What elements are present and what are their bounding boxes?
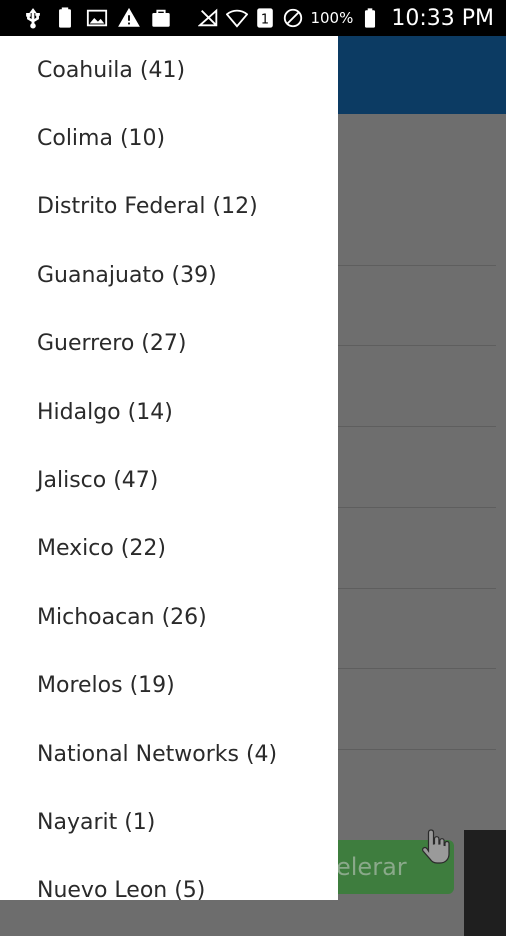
drawer-item-label: Guanajuato (39) (37, 262, 217, 288)
drawer-item-label: Hidalgo (14) (37, 399, 173, 425)
drawer-item-guerrero[interactable]: Guerrero (27) (0, 310, 338, 378)
status-bar: 1 100% 10:33 PM (0, 0, 506, 36)
usb-icon (22, 7, 44, 29)
drawer-item-distrito-federal[interactable]: Distrito Federal (12) (0, 173, 338, 241)
dark-panel (464, 830, 506, 936)
drawer-item-morelos[interactable]: Morelos (19) (0, 652, 338, 720)
navigation-drawer: Coahuila (41) Colima (10) Distrito Feder… (0, 36, 338, 900)
drawer-item-label: Michoacan (26) (37, 604, 207, 630)
drawer-item-label: Colima (10) (37, 126, 166, 152)
signal-off-icon (198, 7, 220, 29)
drawer-item-label: Distrito Federal (12) (37, 194, 258, 220)
drawer-item-nayarit[interactable]: Nayarit (1) (0, 788, 338, 856)
divider (338, 749, 496, 750)
battery-percent: 100% (310, 9, 354, 27)
wifi-icon (226, 7, 249, 29)
drawer-item-nuevo-leon[interactable]: Nuevo Leon (5) (0, 857, 338, 900)
drawer-item-label: Jalisco (47) (37, 468, 159, 494)
divider (338, 426, 496, 427)
divider (338, 507, 496, 508)
warning-icon (118, 7, 140, 29)
bag-icon (150, 7, 172, 29)
drawer-item-label: Coahuila (41) (37, 57, 186, 83)
divider (338, 265, 496, 266)
drawer-item-label: Nuevo Leon (5) (37, 878, 206, 900)
divider (338, 588, 496, 589)
do-not-disturb-icon (282, 7, 304, 29)
drawer-item-label: National Networks (4) (37, 741, 278, 767)
clock: 10:33 PM (391, 5, 494, 31)
drawer-item-mexico[interactable]: Mexico (22) (0, 515, 338, 583)
drawer-item-guanajuato[interactable]: Guanajuato (39) (0, 241, 338, 309)
battery-icon (359, 7, 381, 29)
battery-box-icon (54, 7, 76, 29)
drawer-item-hidalgo[interactable]: Hidalgo (14) (0, 378, 338, 446)
drawer-item-jalisco[interactable]: Jalisco (47) (0, 446, 338, 514)
drawer-item-michoacan[interactable]: Michoacan (26) (0, 583, 338, 651)
image-icon (86, 7, 108, 29)
drawer-item-colima[interactable]: Colima (10) (0, 104, 338, 172)
divider (338, 345, 496, 346)
sim-1-icon: 1 (254, 7, 276, 29)
drawer-item-label: Mexico (22) (37, 536, 166, 562)
drawer-item-label: Guerrero (27) (37, 331, 187, 357)
hand-pointer-icon (421, 829, 450, 864)
svg-text:1: 1 (261, 13, 269, 28)
drawer-item-national-networks[interactable]: National Networks (4) (0, 720, 338, 788)
accelerate-button-label: elerar (336, 853, 407, 881)
drawer-item-coahuila[interactable]: Coahuila (41) (0, 36, 338, 104)
divider (338, 668, 496, 669)
drawer-item-label: Nayarit (1) (37, 809, 156, 835)
drawer-item-label: Morelos (19) (37, 673, 175, 699)
